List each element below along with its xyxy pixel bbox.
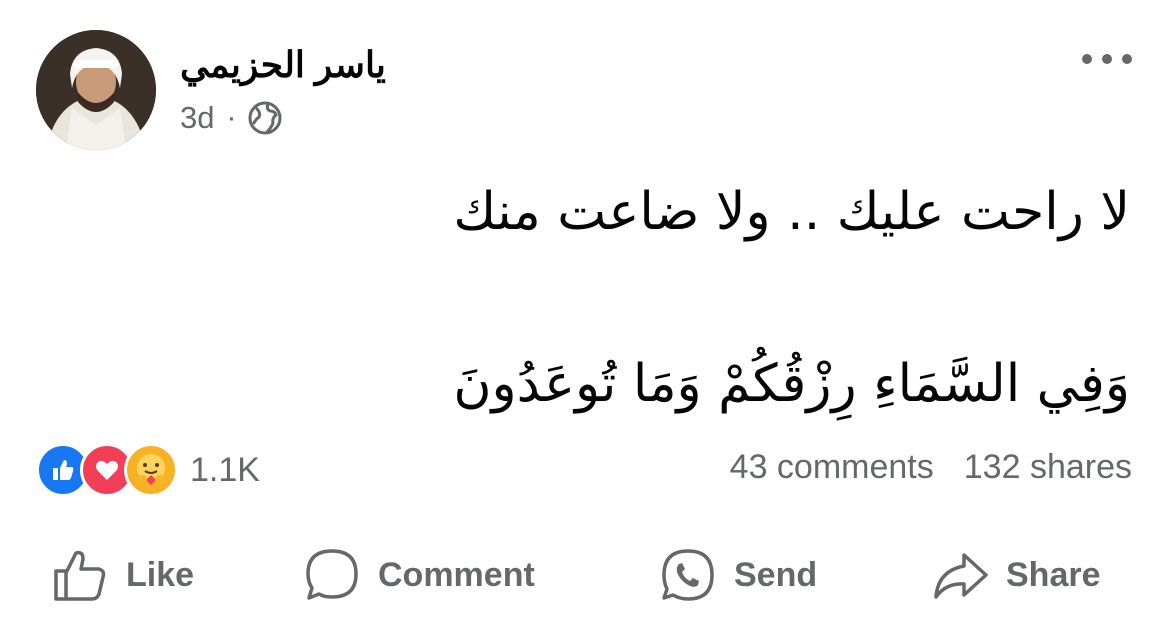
post-text-line-1: لا راحت عليك .. ولا ضاعت منك bbox=[453, 182, 1130, 242]
comment-label: Comment bbox=[378, 555, 535, 594]
thumbs-up-icon bbox=[54, 550, 106, 601]
like-label: Like bbox=[126, 555, 195, 594]
more-dot bbox=[1122, 54, 1132, 64]
comments-count[interactable]: 43 comments bbox=[730, 448, 934, 487]
shares-count[interactable]: 132 shares bbox=[964, 448, 1132, 487]
reaction-count: 1.1K bbox=[190, 450, 260, 489]
post-meta: 3d · bbox=[180, 100, 282, 136]
like-button[interactable]: Like bbox=[50, 540, 194, 610]
share-label: Share bbox=[1006, 555, 1101, 594]
post-stats: 43 comments 132 shares bbox=[730, 448, 1132, 487]
share-button[interactable]: Share bbox=[930, 540, 1101, 610]
post-time[interactable]: 3d bbox=[180, 100, 214, 136]
meta-separator: · bbox=[226, 101, 237, 134]
send-label: Send bbox=[734, 555, 818, 594]
avatar[interactable] bbox=[36, 30, 156, 150]
more-options-button[interactable] bbox=[1082, 42, 1132, 76]
avatar-image bbox=[36, 30, 156, 150]
comment-button[interactable]: Comment bbox=[302, 540, 535, 610]
send-button[interactable]: Send bbox=[658, 540, 817, 610]
more-dot bbox=[1082, 54, 1092, 64]
globe-icon bbox=[248, 101, 282, 135]
share-arrow-icon bbox=[934, 553, 988, 599]
whatsapp-icon bbox=[662, 549, 714, 601]
post-text-line-2: وَفِي السَّمَاءِ رِزْقُكُمْ وَمَا تُوعَد… bbox=[453, 354, 1130, 414]
reactions-summary[interactable]: 1.1K bbox=[36, 443, 260, 497]
care-icon bbox=[124, 443, 178, 497]
action-bar: Like Comment Send Share bbox=[0, 540, 1170, 610]
author-name[interactable]: ياسر الحزيمي bbox=[180, 44, 386, 86]
more-dot bbox=[1102, 54, 1112, 64]
comment-bubble-icon bbox=[306, 549, 358, 600]
